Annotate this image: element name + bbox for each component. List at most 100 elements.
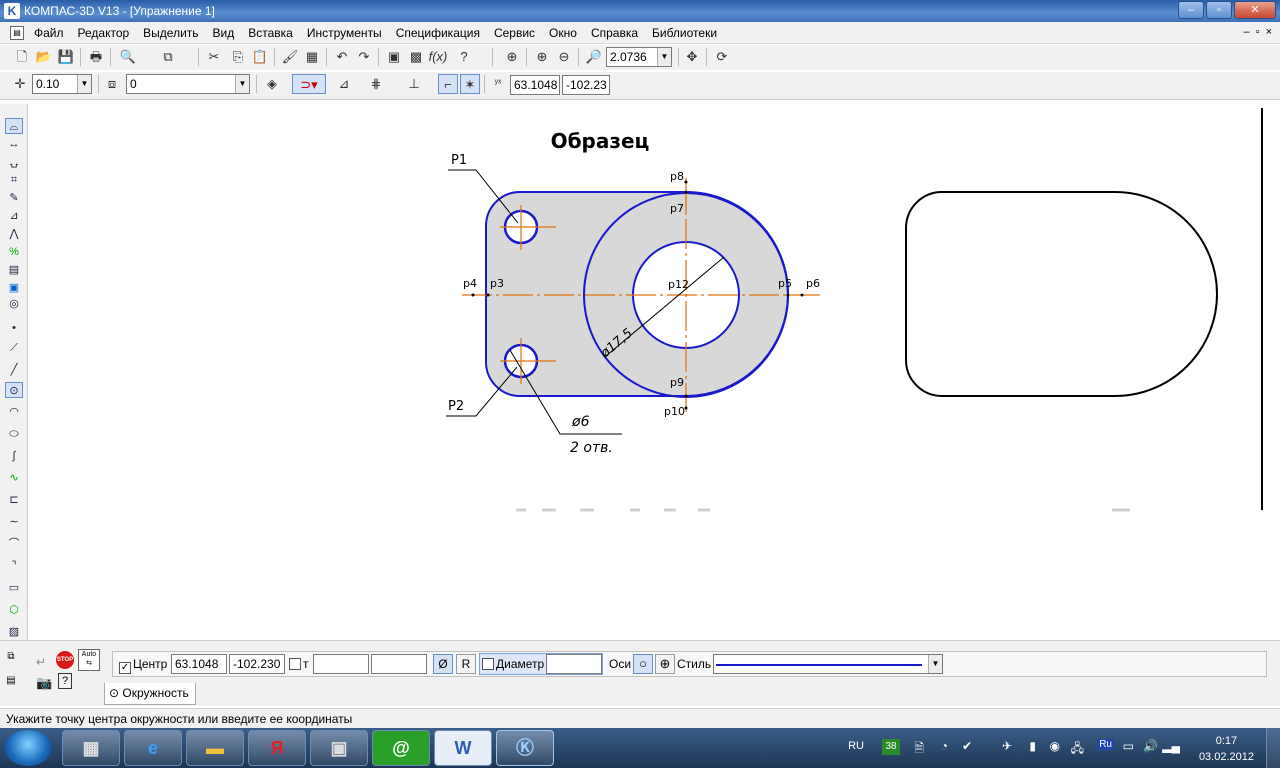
measure-icon[interactable]: ⋀ <box>5 226 23 242</box>
open-folder-icon[interactable]: 📂 <box>34 47 54 67</box>
chamfer-icon[interactable]: ⌝ <box>5 558 23 574</box>
library-icon[interactable]: ▩ <box>406 47 426 67</box>
properties-icon[interactable]: ▦ <box>302 47 322 67</box>
no-axes-icon[interactable]: ○ <box>633 654 653 674</box>
menu-item-2[interactable]: Выделить <box>143 26 198 40</box>
step-combo[interactable]: 0.10 ▼ <box>32 74 92 94</box>
zoom-out-icon[interactable]: ⊖ <box>554 47 574 67</box>
menu-item-6[interactable]: Спецификация <box>396 26 480 40</box>
video-task-icon[interactable]: ▣ <box>310 730 368 766</box>
equidistant-icon[interactable]: ⊏ <box>5 492 23 508</box>
help-icon[interactable]: ? <box>58 673 72 689</box>
language-indicator[interactable]: RU <box>848 740 864 752</box>
curve-icon[interactable]: ∼ <box>5 514 23 530</box>
panel-layout-icon[interactable]: ▤ <box>4 675 18 689</box>
start-button[interactable] <box>4 730 52 766</box>
menu-item-9[interactable]: Справка <box>591 26 638 40</box>
stop-button[interactable]: STOP <box>56 651 74 669</box>
menu-item-3[interactable]: Вид <box>213 26 235 40</box>
rectangle-icon[interactable]: ▭ <box>5 580 23 596</box>
function-icon[interactable]: f(x) <box>428 47 448 67</box>
signal-icon[interactable]: ▂▄ <box>1162 739 1180 753</box>
refresh-icon[interactable]: ⟳ <box>712 47 732 67</box>
tray-security-icon[interactable]: ✔ <box>962 739 972 753</box>
style-icon[interactable]: ◈ <box>262 74 282 94</box>
tab-circle[interactable]: ⊙ Окружность <box>104 683 196 705</box>
yandex-task-icon[interactable]: Я <box>248 730 306 766</box>
cut-icon[interactable]: ✂ <box>204 47 224 67</box>
select-icon[interactable]: % <box>5 244 23 260</box>
drawing-canvas[interactable]: Образец P1 P2 ø17,5 ø6 2 отв. p4 p3 p5 p… <box>29 104 1280 640</box>
document-icon[interactable]: ▤ <box>10 26 24 40</box>
symbols-icon[interactable]: ⍽ <box>5 154 23 170</box>
auxiliary-line-icon[interactable]: ⟋ <box>5 340 23 356</box>
zoom-window-icon[interactable]: ⊕ <box>502 47 522 67</box>
segment-icon[interactable]: ╱ <box>5 362 23 378</box>
with-axes-icon[interactable]: ⊕ <box>655 654 675 674</box>
center-x-field[interactable]: 63.1048 <box>171 654 227 674</box>
step-cursor-icon[interactable]: ✛ <box>10 74 30 94</box>
zoom-scale-icon[interactable]: 🔎 <box>584 47 604 67</box>
menu-item-5[interactable]: Инструменты <box>307 26 382 40</box>
snap-magnet-icon[interactable]: ⊃▾ <box>292 74 326 94</box>
menu-item-0[interactable]: Файл <box>34 26 64 40</box>
panel-pin-icon[interactable]: ⧉ <box>4 651 18 665</box>
radius-mode-button[interactable]: R <box>456 654 476 674</box>
mdi-restore-button[interactable]: ▫ <box>1256 26 1260 38</box>
badge-indicator[interactable]: 38 <box>882 739 900 755</box>
chevron-down-icon[interactable]: ▼ <box>657 48 671 66</box>
help-pointer-icon[interactable]: ? <box>454 47 474 67</box>
parametrization-icon[interactable]: ⊿ <box>5 208 23 224</box>
hatch-icon[interactable]: ▨ <box>5 624 23 640</box>
menu-item-1[interactable]: Редактор <box>78 26 130 40</box>
grid-icon[interactable]: ⋕ <box>366 74 386 94</box>
minimize-button[interactable]: – <box>1178 1 1204 19</box>
circle-icon[interactable]: ⊙ <box>5 382 23 398</box>
chevron-down-icon[interactable]: ▼ <box>77 75 91 93</box>
associative-view-icon[interactable]: ▤ <box>5 262 23 278</box>
preview-icon[interactable]: 🔍 <box>118 47 138 67</box>
close-button[interactable]: ✕ <box>1234 1 1276 19</box>
polygon-icon[interactable]: ⬡ <box>5 602 23 618</box>
undo-icon[interactable]: ↶ <box>332 47 352 67</box>
paste-icon[interactable]: 📋 <box>250 47 270 67</box>
clock[interactable]: 0:17 03.02.2012 <box>1199 733 1254 765</box>
zoom-in-icon[interactable]: ⊕ <box>532 47 552 67</box>
diameter-mode-button[interactable]: Ø <box>433 654 453 674</box>
menu-item-4[interactable]: Вставка <box>248 26 293 40</box>
maximize-button[interactable]: ▫ <box>1206 1 1232 19</box>
center-checkbox[interactable]: ✓ Центр <box>119 657 167 674</box>
snap-points-icon[interactable]: ✶ <box>460 74 480 94</box>
orthogonal-icon[interactable]: ⊿ <box>334 74 354 94</box>
tray-display-icon[interactable]: ▭ <box>1123 739 1134 753</box>
ortho-mode-icon[interactable]: ⌐ <box>438 74 458 94</box>
snapshot-icon[interactable]: 📷 <box>36 675 52 691</box>
fillet-icon[interactable]: ⌒ <box>5 536 23 552</box>
arc-icon[interactable]: ◠ <box>5 404 23 420</box>
calculator-task-icon[interactable]: ▦ <box>62 730 120 766</box>
save-icon[interactable]: 💾 <box>56 47 76 67</box>
cursor-y-field[interactable]: -102.23 <box>562 75 610 95</box>
apply-arrow-icon[interactable]: ↵ <box>36 655 46 669</box>
copy-icon[interactable]: ⎘ <box>228 47 248 67</box>
word-task-icon[interactable]: W <box>434 730 492 766</box>
print-icon[interactable]: 🖶 <box>86 47 106 67</box>
mdi-close-button[interactable]: × <box>1266 26 1272 38</box>
cursor-x-field[interactable]: 63.1048 <box>510 75 560 95</box>
diameter-field[interactable] <box>546 654 602 674</box>
menu-item-8[interactable]: Окно <box>549 26 577 40</box>
center-y-field[interactable]: -102.230 <box>229 654 285 674</box>
show-desktop-button[interactable] <box>1266 728 1280 768</box>
menu-item-10[interactable]: Библиотеки <box>652 26 717 40</box>
zoom-combo[interactable]: 2.0736 ▼ <box>606 47 672 67</box>
layer-icon[interactable]: ⧈ <box>102 74 122 94</box>
edit-icon[interactable]: ✎ <box>5 190 23 206</box>
menu-item-7[interactable]: Сервис <box>494 26 535 40</box>
tray-chrome-icon[interactable]: ◉ <box>1050 739 1060 753</box>
ellipse-icon[interactable]: ⬭ <box>5 426 23 442</box>
diameter-checkbox[interactable]: Диаметр <box>482 657 544 671</box>
point-icon[interactable]: • <box>5 320 23 336</box>
kompas-app-icon[interactable]: K <box>4 3 20 19</box>
tray-search-icon[interactable]: ◔ <box>941 739 948 753</box>
tray-document-icon[interactable]: 🗎 <box>914 739 924 760</box>
